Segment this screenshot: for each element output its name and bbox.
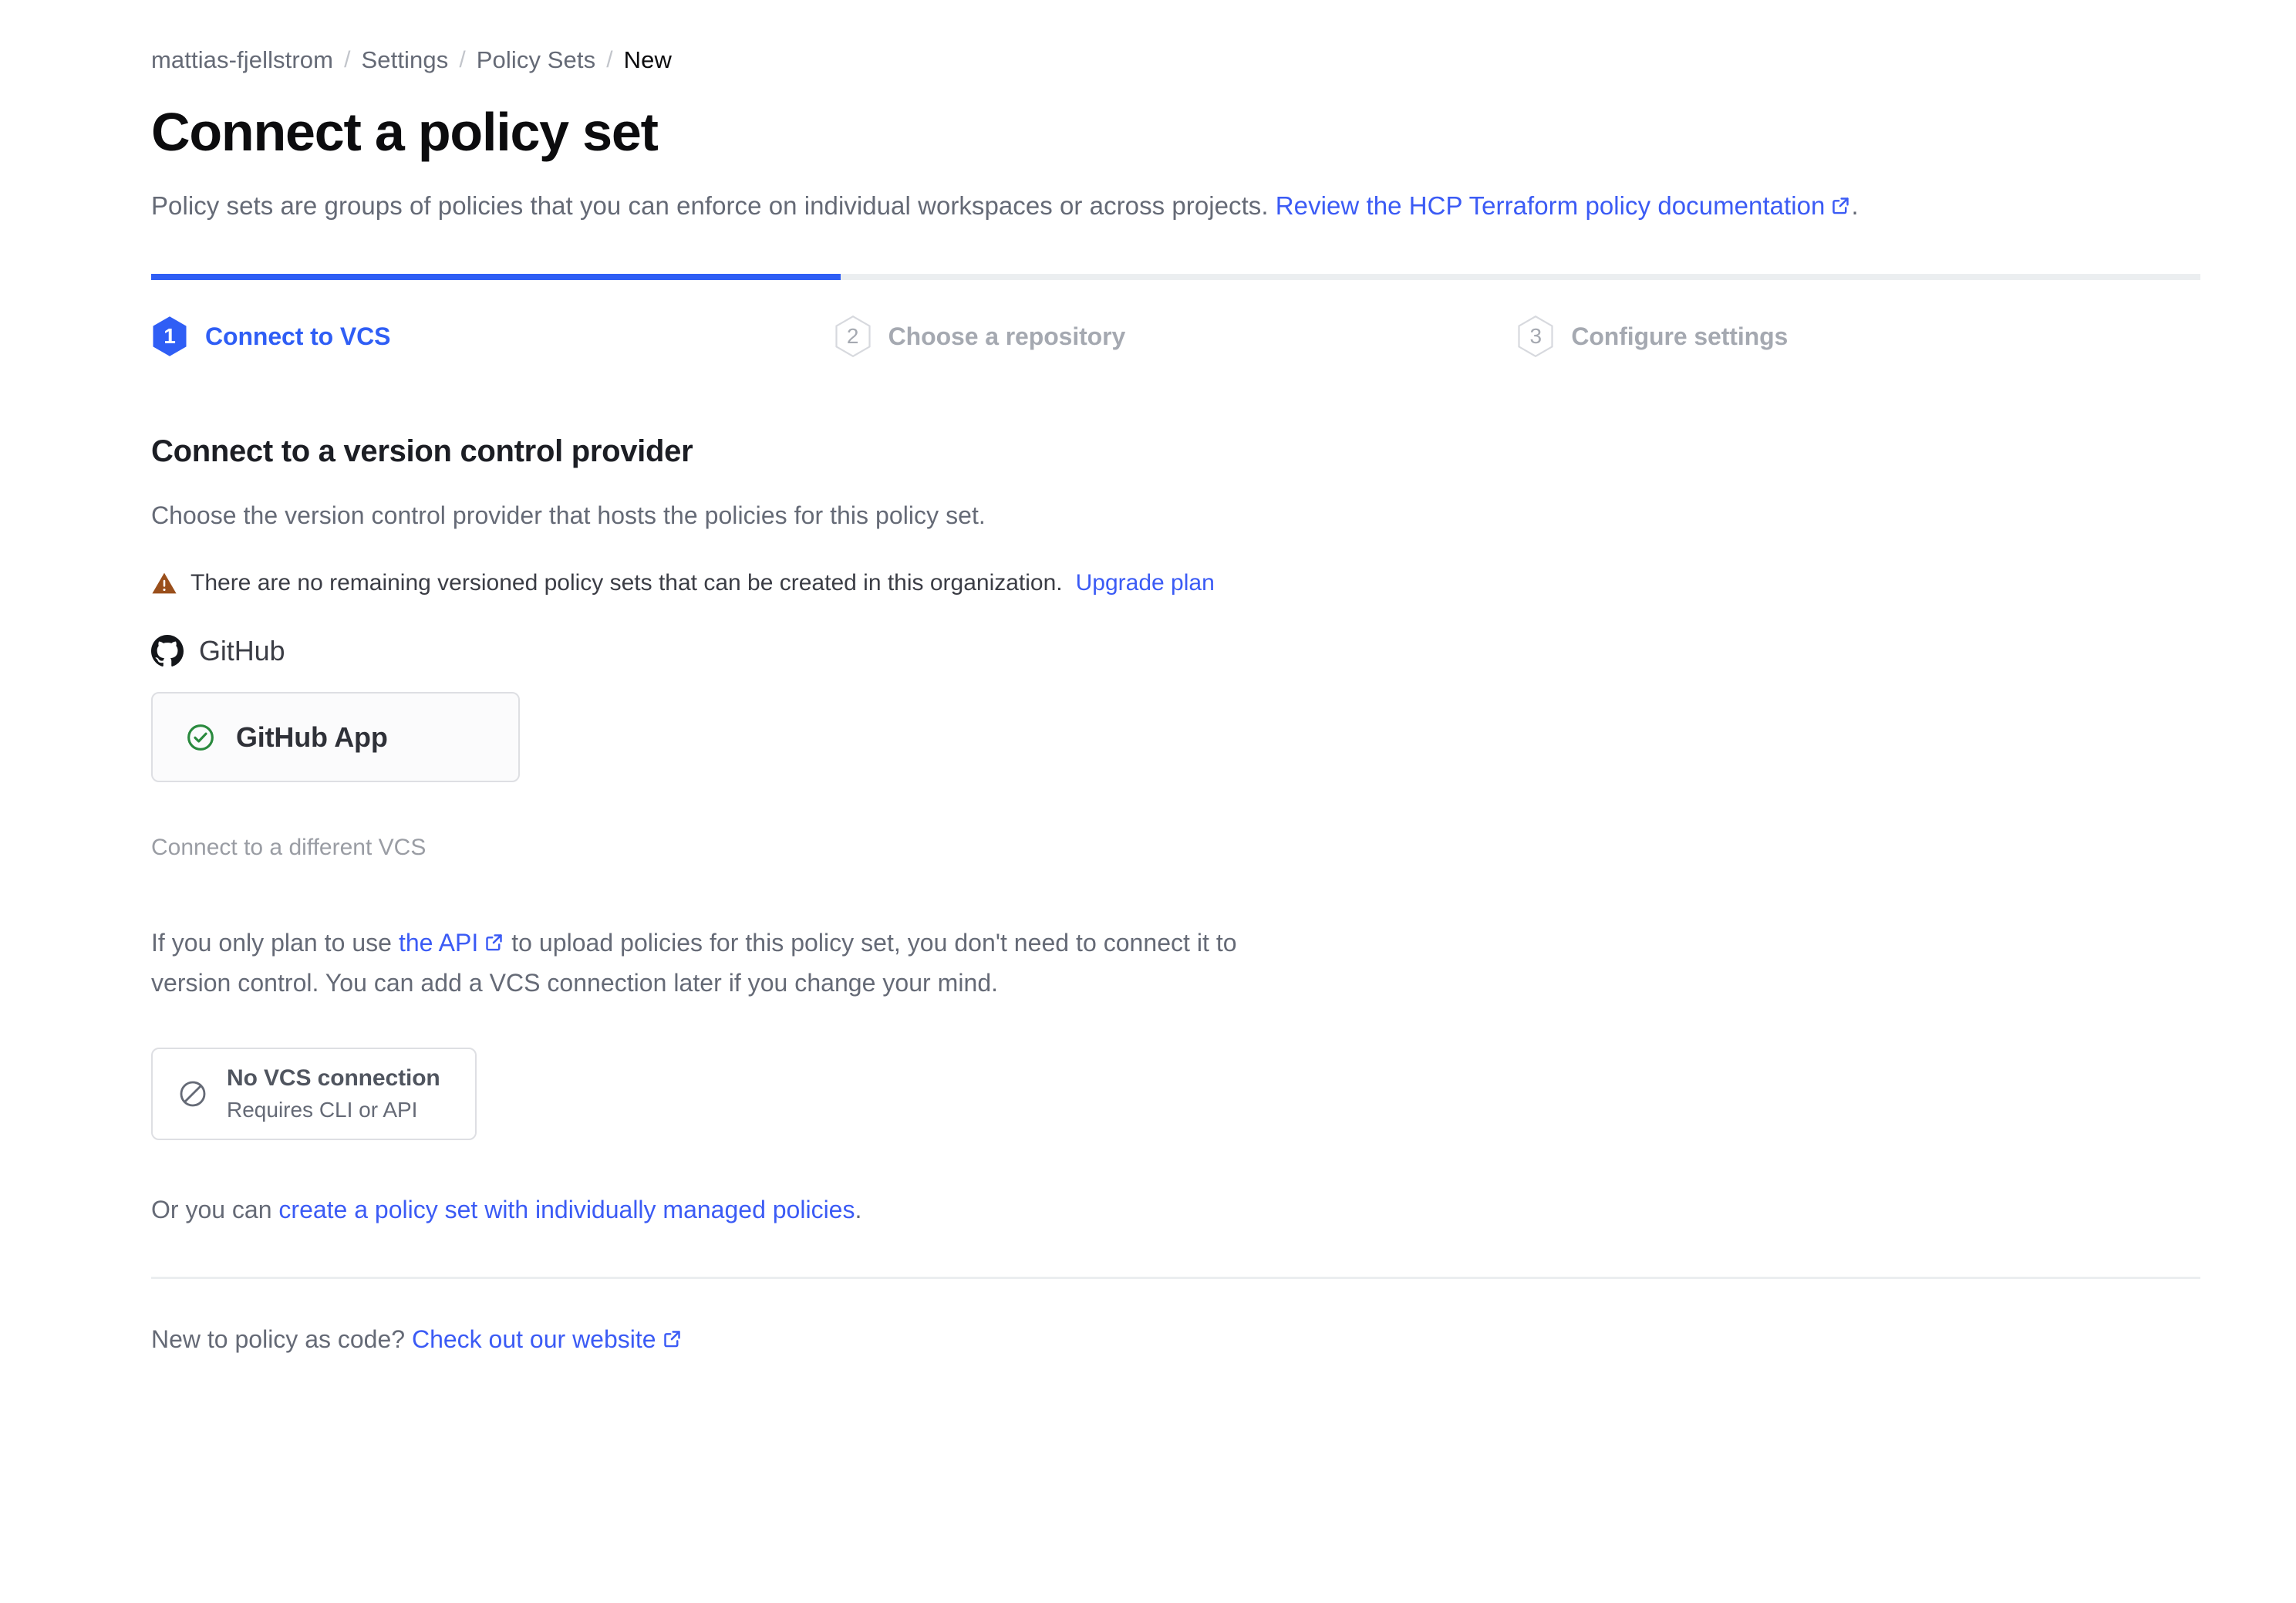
page-subtitle-text: Policy sets are groups of policies that … [151,191,1276,220]
quota-alert: There are no remaining versioned policy … [151,570,2296,596]
page-subtitle-period: . [1851,191,1859,220]
step-configure-settings[interactable]: 3 Configure settings [1517,316,2200,358]
step-choose-a-repository[interactable]: 2 Choose a repository [834,316,1518,358]
stepper-progress-fill [151,274,841,281]
step-label-configure-settings: Configure settings [1571,322,1789,350]
breadcrumb-separator: / [459,46,466,73]
github-icon [151,635,184,667]
step-number-badge-icon: 3 [1517,316,1554,358]
breadcrumb-separator: / [606,46,613,73]
individually-managed-before: Or you can [151,1196,279,1224]
breadcrumb-item-organization[interactable]: mattias-fjellstrom [151,48,333,72]
external-link-icon [662,1328,683,1349]
breadcrumb: mattias-fjellstrom / Settings / Policy S… [151,0,2296,72]
step-number-badge-icon: 2 [834,316,872,358]
breadcrumb-item-policy-sets[interactable]: Policy Sets [477,48,595,72]
no-vcs-card-title: No VCS connection [227,1065,440,1092]
no-vcs-card-subtitle: Requires CLI or API [227,1097,418,1122]
breadcrumb-separator: / [344,46,351,73]
github-app-option-label: GitHub App [236,721,388,753]
policy-documentation-link[interactable]: Review the HCP Terraform policy document… [1276,191,1826,220]
quota-alert-text: There are no remaining versioned policy … [190,570,1063,596]
breadcrumb-item-settings[interactable]: Settings [362,48,449,72]
footer-help-line: New to policy as code? Check out our web… [151,1325,2296,1354]
section-heading: Connect to a version control provider [151,434,693,469]
the-api-link[interactable]: the API [399,929,478,957]
page-title: Connect a policy set [151,102,659,162]
individually-managed-policies-link[interactable]: create a policy set with individually ma… [278,1196,855,1223]
api-paragraph-before: If you only plan to use [151,929,399,957]
policy-set-new-page: mattias-fjellstrom / Settings / Policy S… [0,0,2296,1603]
individually-managed-after: . [855,1196,862,1224]
individually-managed-line: Or you can create a policy set with indi… [151,1196,2296,1224]
no-vcs-connection-card[interactable]: No VCS connection Requires CLI or API [151,1048,477,1141]
step-number: 1 [164,324,176,349]
no-entry-icon [177,1078,208,1109]
no-vcs-card-text: No VCS connection Requires CLI or API [227,1064,440,1124]
external-link-icon [484,932,504,953]
step-label-connect-to-vcs: Connect to VCS [205,322,391,350]
external-link-icon [1830,195,1851,216]
provider-github-row: GitHub [151,635,2296,667]
step-label-choose-a-repository: Choose a repository [888,322,1126,350]
stepper-progress-track [151,274,2200,281]
warning-triangle-icon [151,570,177,596]
step-number: 2 [846,324,859,349]
connect-different-vcs-label[interactable]: Connect to a different VCS [151,835,2296,861]
page-content: mattias-fjellstrom / Settings / Policy S… [0,0,2296,1354]
section-subheading: Choose the version control provider that… [151,501,986,530]
stepper: 1 Connect to VCS 2 Choose a repository 3 [151,274,2200,358]
check-circle-icon [185,722,216,753]
step-number: 3 [1529,324,1542,349]
provider-name: GitHub [199,635,285,667]
breadcrumb-item-new: New [623,46,672,73]
github-app-option-card[interactable]: GitHub App [151,692,520,783]
footer-help-text: New to policy as code? [151,1325,412,1354]
stepper-steps: 1 Connect to VCS 2 Choose a repository 3 [151,316,2200,358]
check-out-website-link[interactable]: Check out our website [412,1325,656,1353]
footer-divider [151,1277,2200,1280]
api-only-paragraph: If you only plan to use the API to uploa… [151,923,1254,1003]
upgrade-plan-link[interactable]: Upgrade plan [1076,570,1215,596]
step-connect-to-vcs[interactable]: 1 Connect to VCS [151,316,834,357]
step-number-badge-icon: 1 [151,316,188,357]
page-subtitle: Policy sets are groups of policies that … [151,189,2296,224]
